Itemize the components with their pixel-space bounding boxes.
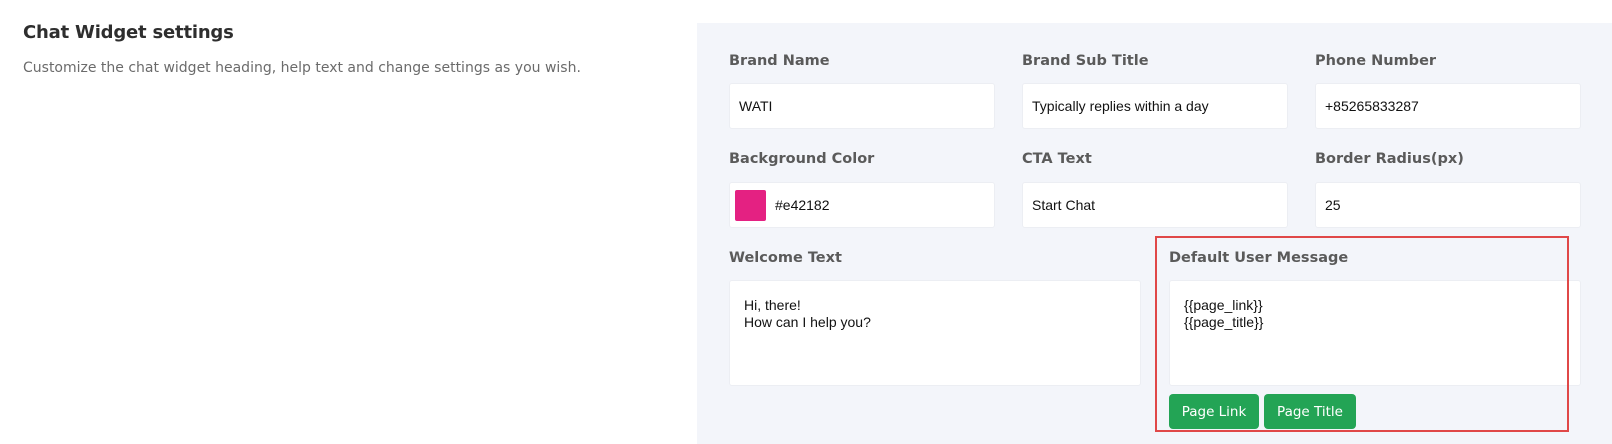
welcome-text-line: How can I help you? <box>744 314 871 330</box>
background-color-label: Background Color <box>729 151 875 167</box>
section-description: Customize the chat widget heading, help … <box>23 60 581 76</box>
section-title: Chat Widget settings <box>23 22 234 43</box>
brand-name-label: Brand Name <box>729 53 830 69</box>
phone-number-value: +85265833287 <box>1325 98 1419 114</box>
phone-number-input[interactable]: +85265833287 <box>1315 83 1581 129</box>
default-message-line: {{page_title}} <box>1184 314 1264 330</box>
cta-text-label: CTA Text <box>1022 151 1092 167</box>
phone-number-label: Phone Number <box>1315 53 1437 69</box>
color-swatch[interactable] <box>735 189 766 221</box>
brand-name-input[interactable]: WATI <box>729 83 995 129</box>
welcome-text-textarea[interactable]: Hi, there! How can I help you? <box>729 280 1141 386</box>
background-color-value: #e42182 <box>775 197 830 213</box>
default-user-message-label: Default User Message <box>1169 250 1349 266</box>
brand-sub-title-value: Typically replies within a day <box>1032 98 1209 114</box>
welcome-text-label: Welcome Text <box>729 250 842 266</box>
settings-intro: Chat Widget settings Customize the chat … <box>23 22 581 76</box>
brand-sub-title-input[interactable]: Typically replies within a day <box>1022 83 1288 129</box>
border-radius-label: Border Radius(px) <box>1315 151 1464 167</box>
border-radius-value: 25 <box>1325 197 1341 213</box>
cta-text-input[interactable]: Start Chat <box>1022 182 1288 228</box>
default-message-line: {{page_link}} <box>1184 297 1263 313</box>
page-link-button[interactable]: Page Link <box>1169 394 1259 429</box>
border-radius-input[interactable]: 25 <box>1315 182 1581 228</box>
background-color-input[interactable]: #e42182 <box>729 182 995 228</box>
page-title-button[interactable]: Page Title <box>1264 394 1356 429</box>
chat-widget-settings-page: Chat Widget settings Customize the chat … <box>0 0 1612 444</box>
default-user-message-textarea[interactable]: {{page_link}} {{page_title}} <box>1169 280 1581 386</box>
cta-text-value: Start Chat <box>1032 197 1096 213</box>
brand-name-value: WATI <box>739 98 773 114</box>
welcome-text-line: Hi, there! <box>744 297 801 313</box>
brand-sub-title-label: Brand Sub Title <box>1022 53 1149 69</box>
